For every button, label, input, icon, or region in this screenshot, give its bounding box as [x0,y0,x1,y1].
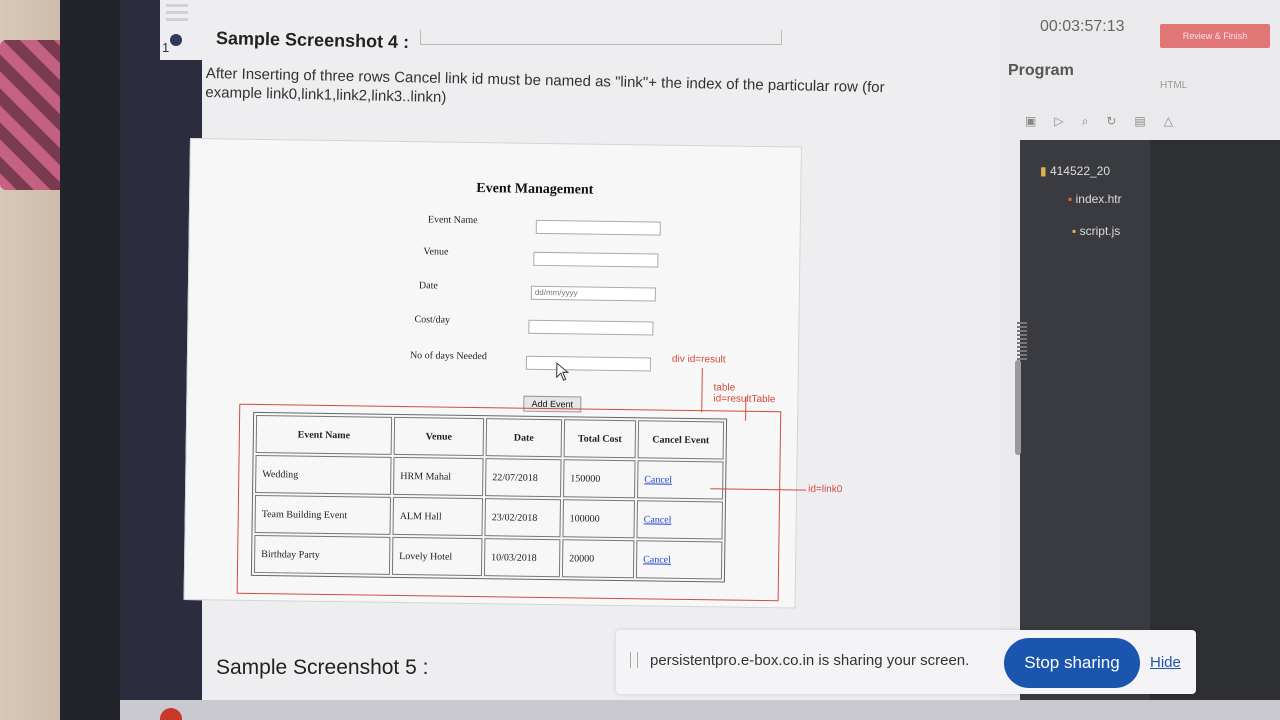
cancel-link[interactable]: Cancel [635,540,723,580]
table-header: Venue [393,416,485,457]
cost-per-day-label: Cost/day [414,314,451,326]
cancel-link[interactable]: Cancel [636,500,723,540]
table-cell: Wedding [255,454,392,495]
event-name-input[interactable] [535,219,661,236]
instruction-text: After Inserting of three rows Cancel lin… [205,64,885,107]
annotation-line [701,368,703,413]
table-header: Date [485,418,563,458]
venue-input[interactable] [533,251,659,268]
question-status-dot [170,34,182,46]
table-cell: 20000 [561,539,635,579]
table-cell: Team Building Event [254,494,392,535]
js-file-icon: ▪ [1072,224,1077,238]
sample-screenshot-4-heading: Sample Screenshot 4 : [215,27,410,53]
screen-share-bar: persistentpro.e-box.co.in is sharing you… [616,630,1196,694]
table-cell: 10/03/2018 [483,538,561,578]
resize-grip-icon[interactable] [1017,320,1027,360]
file-name: index.htr [1075,192,1122,206]
countdown-timer: 00:03:57:13 [1040,18,1125,35]
header-divider [420,30,782,45]
sample-screenshot-image: Event Management Event Name Venue Date d… [183,138,842,609]
event-name-label: Event Name [427,214,478,227]
editor-toolbar: ▣▷⌕↻▤△ [1025,114,1191,129]
save-icon[interactable]: ▣ [1025,114,1054,128]
folder-icon: ▮ [1040,164,1047,178]
app-title: Event Management [476,181,594,198]
table-cell: 100000 [562,499,635,539]
cost-per-day-input[interactable] [528,319,654,336]
table-row: Birthday Party Lovely Hotel 10/03/2018 2… [253,534,723,580]
scrollbar-thumb[interactable] [1015,360,1021,455]
table-cell: HRM Mahal [393,456,484,497]
html-file-icon: ▪ [1068,192,1073,206]
hamburger-menu-icon[interactable] [164,0,190,22]
table-row: Team Building Event ALM Hall 23/02/2018 … [254,494,723,540]
left-nav-strip [120,0,160,720]
result-table: Event Name Venue Date Total Cost Cancel … [250,411,728,583]
table-header: Total Cost [563,419,637,459]
table-header: Cancel Event [637,420,725,460]
table-cell: Birthday Party [253,534,391,575]
sample-screenshot-5-heading: Sample Screenshot 5 : [216,656,429,679]
date-label: Date [418,280,438,292]
table-row: Wedding HRM Mahal 22/07/2018 150000 Canc… [255,454,724,500]
file-tree-folder[interactable]: ▮ 414522_20 [1040,164,1110,178]
drag-handle-icon[interactable] [630,652,638,668]
file-icon[interactable]: ▤ [1134,114,1163,128]
question-number[interactable]: 1 [162,40,169,55]
table-cell: 23/02/2018 [484,498,561,538]
table-header-row: Event Name Venue Date Total Cost Cancel … [255,414,725,460]
date-input[interactable]: dd/mm/yyyy [530,285,656,302]
table-cell: Lovely Hotel [391,536,483,577]
search-icon[interactable]: ⌕ [1082,114,1107,128]
warning-icon[interactable]: △ [1164,114,1191,128]
refresh-icon[interactable]: ↻ [1106,114,1134,128]
mouse-cursor-icon [556,362,570,381]
table-cell: ALM Hall [392,496,484,537]
review-finish-button[interactable]: Review & Finish [1160,24,1270,48]
annotation-link-id: id=link0 [808,483,843,496]
table-header: Event Name [255,414,393,455]
language-select[interactable]: HTML [1160,80,1187,91]
file-tree-item[interactable]: ▪ script.js [1072,224,1120,238]
run-icon[interactable]: ▷ [1054,114,1081,128]
annotation-result-div: div id=result [671,353,726,366]
cancel-link[interactable]: Cancel [637,460,724,500]
table-cell: 22/07/2018 [485,458,562,498]
taskbar [120,700,1280,720]
share-message: persistentpro.e-box.co.in is sharing you… [650,652,970,669]
days-needed-input[interactable] [525,355,651,372]
venue-label: Venue [423,246,449,258]
file-name: script.js [1079,224,1121,238]
table-cell: 150000 [563,459,636,499]
screen: 1 Sample Screenshot 4 : After Inserting … [120,0,1280,720]
annotation-result-table: table id=resultTable [713,382,776,406]
file-tree-item[interactable]: ▪ index.htr [1068,192,1122,206]
days-needed-label: No of days Needed [409,350,487,363]
stop-sharing-button[interactable]: Stop sharing [1004,638,1140,688]
program-title: Program [1008,62,1074,79]
folder-name: 414522_20 [1049,164,1111,178]
hide-link[interactable]: Hide [1150,654,1181,671]
file-tree: ▮ 414522_20 ▪ index.htr ▪ script.js [1020,140,1150,700]
